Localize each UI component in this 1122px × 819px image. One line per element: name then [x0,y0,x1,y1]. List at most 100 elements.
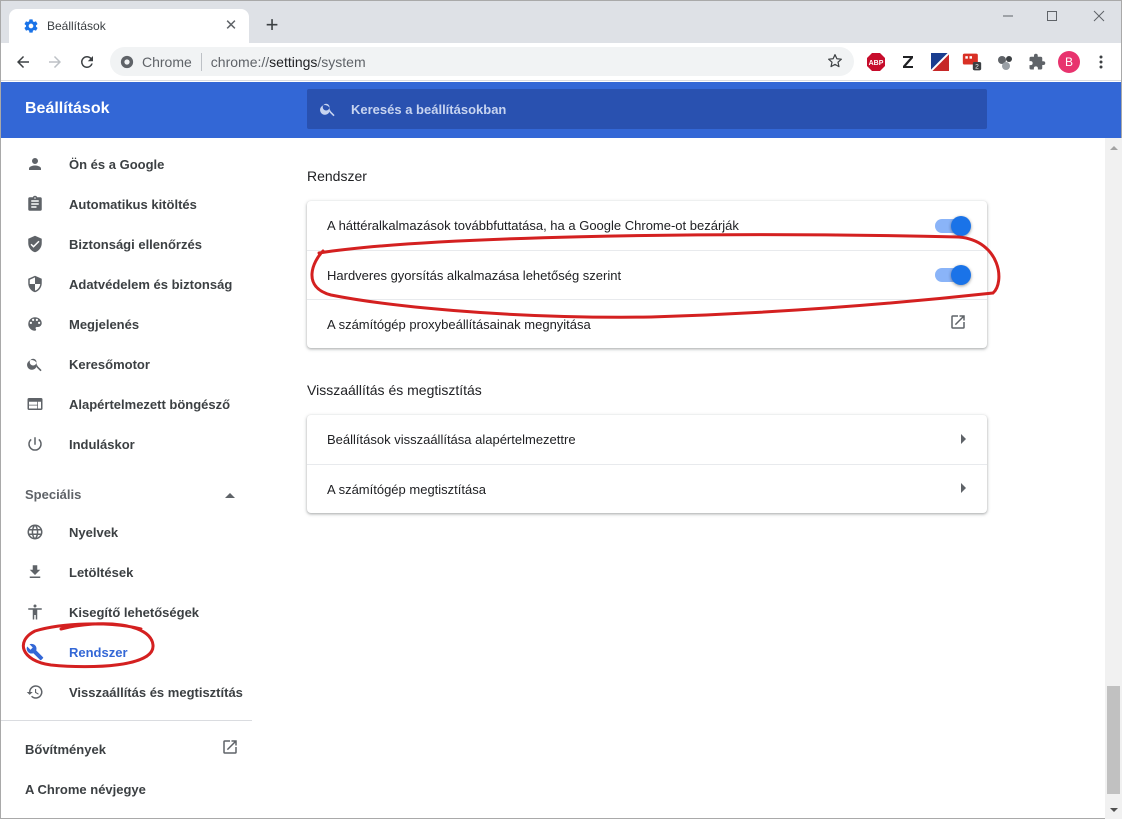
sidebar-item-label: Visszaállítás és megtisztítás [69,684,243,700]
bookmark-star-icon[interactable] [826,52,844,73]
setting-label: Beállítások visszaállítása alapértelmeze… [327,432,576,447]
svg-text:ABP: ABP [869,60,884,67]
setting-label: A számítógép megtisztítása [327,481,486,497]
accessibility-icon [25,602,45,622]
maximize-button[interactable] [1029,1,1075,31]
sidebar-item-reset[interactable]: Visszaállítás és megtisztítás [1,672,253,712]
sidebar-item-label: Kisegítő lehetőségek [69,604,200,620]
sidebar-item-about[interactable]: A Chrome névjegye [1,769,253,809]
sidebar-item-on-startup[interactable]: Induláskor [1,424,253,464]
system-section-title: Rendszer [307,168,367,184]
advanced-section-toggle[interactable]: Speciális [25,484,235,504]
advanced-label: Speciális [25,486,82,502]
settings-search-input[interactable]: Keresés a beállításokban [307,89,987,129]
address-bar[interactable]: Chrome chrome:// settings /system [110,47,854,76]
browser-window: Beállítások ✕ + Chrome chrome:// setting… [0,0,1122,819]
scrollbar-thumb[interactable] [1107,686,1120,794]
url-host: settings [269,53,318,70]
scroll-up-arrow-icon[interactable] [1105,140,1122,154]
sidebar-item-system[interactable]: Rendszer [1,632,253,672]
sidebar-item-appearance[interactable]: Megjelenés [1,304,253,344]
arrow-right-icon [49,56,61,68]
browser-toolbar: Chrome chrome:// settings /system ABP 2 … [1,43,1121,81]
zotero-icon[interactable] [898,52,918,72]
setting-row-proxy[interactable]: A számítógép proxybeállításainak megnyit… [307,299,987,348]
arrow-left-icon [17,56,29,68]
page-scrollbar[interactable] [1105,138,1122,819]
sidebar-item-autofill[interactable]: Automatikus kitöltés [1,184,253,224]
sidebar-item-label: Nyelvek [69,524,119,540]
system-card: A háttéralkalmazások továbbfuttatása, ha… [307,201,987,348]
search-placeholder: Keresés a beállításokban [351,101,507,117]
shield-icon [25,274,45,294]
ext-badge: 2 [975,64,979,71]
history-icon [25,682,45,702]
sidebar-item-search-engine[interactable]: Keresőmotor [1,344,253,384]
close-icon[interactable]: ✕ [223,18,239,34]
settings-header: Beállítások Keresés a beállításokban [1,82,1121,138]
setting-label: A számítógép proxybeállításainak megnyit… [327,316,591,332]
settings-sidebar: Ön és a Google Automatikus kitöltés Bizt… [1,138,253,819]
sidebar-item-label: Keresőmotor [69,356,150,372]
setting-label: Hardveres gyorsítás alkalmazása lehetősé… [327,267,622,283]
hardware-acceleration-toggle[interactable] [935,265,971,285]
sidebar-item-label: Letöltések [69,564,134,580]
tab-strip: Beállítások ✕ + [1,1,1121,43]
sidebar-item-label: Automatikus kitöltés [69,196,197,212]
search-icon [25,354,45,374]
dots-icon[interactable] [995,52,1015,72]
abp-icon[interactable]: ABP [866,52,886,72]
tab-settings[interactable]: Beállítások ✕ [9,9,249,43]
sidebar-item-you-and-google[interactable]: Ön és a Google [1,144,253,184]
palette-icon [25,314,45,334]
sidebar-item-label: Megjelenés [69,316,140,332]
setting-row-hardware-acceleration[interactable]: Hardveres gyorsítás alkalmazása lehetősé… [307,250,987,299]
reload-icon [80,55,93,68]
sidebar-item-default-browser[interactable]: Alapértelmezett böngésző [1,384,253,424]
setting-row-reset-defaults[interactable]: Beállítások visszaállítása alapértelmeze… [307,415,987,464]
counter-icon[interactable]: 2 [962,52,982,72]
background-apps-toggle[interactable] [935,215,971,236]
back-button[interactable] [9,48,37,76]
forward-button[interactable] [41,48,69,76]
more-menu-icon[interactable] [1091,52,1111,72]
setting-row-background-apps[interactable]: A háttéralkalmazások továbbfuttatása, ha… [307,201,987,250]
scroll-down-arrow-icon[interactable] [1105,803,1122,817]
person-icon [25,154,45,174]
reload-button[interactable] [73,48,101,76]
extensions-label: Bővítmények [25,741,106,757]
arrow-right-icon [959,480,967,498]
sidebar-item-label: Induláskor [69,436,135,452]
external-link-icon[interactable] [949,313,967,336]
sidebar-item-safety-check[interactable]: Biztonsági ellenőrzés [1,224,253,264]
flag-icon[interactable] [930,52,950,72]
setting-label: A háttéralkalmazások továbbfuttatása, ha… [327,218,739,233]
sidebar-item-privacy[interactable]: Adatvédelem és biztonság [1,264,253,304]
sidebar-divider [1,720,252,721]
sidebar-item-extensions[interactable]: Bővítmények [1,729,253,769]
omnibox-separator [200,52,202,71]
globe-icon [25,522,45,542]
sidebar-item-accessibility[interactable]: Kisegítő lehetőségek [1,592,253,632]
sidebar-item-languages[interactable]: Nyelvek [1,512,253,552]
sidebar-item-label: Rendszer [69,644,128,660]
search-icon [320,103,335,117]
sidebar-item-label: Adatvédelem és biztonság [69,276,233,292]
about-label: A Chrome névjegye [25,781,146,797]
minimize-button[interactable] [985,1,1031,31]
profile-avatar[interactable]: B [1058,51,1080,73]
chrome-logo-icon [120,55,134,69]
download-icon [25,562,45,582]
power-icon [25,434,45,454]
reset-section-title: Visszaállítás és megtisztítás [307,382,482,398]
sidebar-item-label: Biztonsági ellenőrzés [69,236,202,252]
reset-card: Beállítások visszaállítása alapértelmeze… [307,415,987,513]
setting-row-cleanup[interactable]: A számítógép megtisztítása [307,464,987,513]
puzzle-icon[interactable] [1027,52,1047,72]
sidebar-item-downloads[interactable]: Letöltések [1,552,253,592]
gear-icon [23,18,39,34]
sidebar-item-label: Ön és a Google [69,156,165,172]
new-tab-button[interactable]: + [261,14,283,37]
window-close-button[interactable] [1076,1,1122,31]
url-scheme: chrome:// [210,53,270,70]
